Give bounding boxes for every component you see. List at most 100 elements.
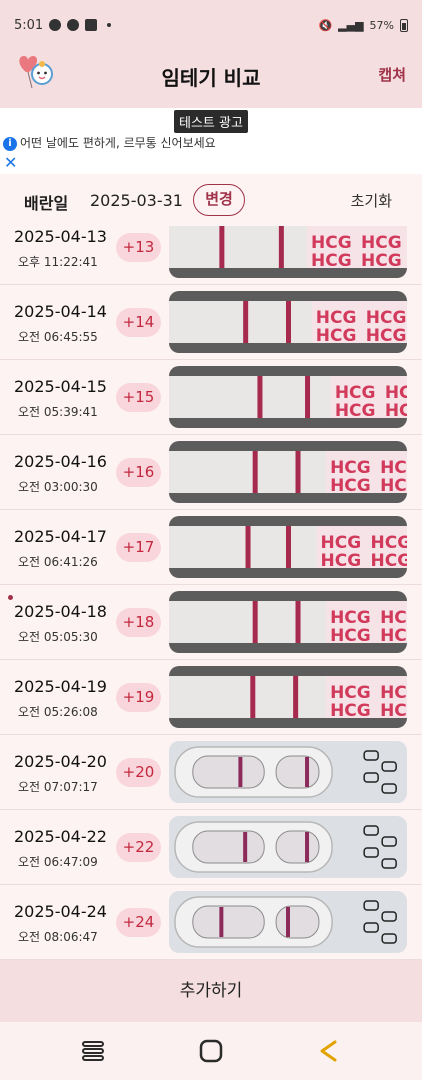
test-date: 2025-04-14 xyxy=(14,302,107,321)
svg-text:HCG: HCG xyxy=(335,401,376,421)
ad-info-icon[interactable]: i xyxy=(3,137,17,151)
app-header: 임테기 비교 캡쳐 xyxy=(0,50,422,108)
test-strip-image: HCGHCGHCGHCG xyxy=(169,366,407,428)
test-date: 2025-04-20 xyxy=(14,752,107,771)
test-time: 오전 05:26:08 xyxy=(18,705,98,719)
page-title: 임테기 비교 xyxy=(161,66,261,90)
svg-text:HCG: HCG xyxy=(330,626,371,646)
dpo-badge: +22 xyxy=(116,833,161,862)
status-left: 5:01 xyxy=(14,17,112,33)
test-photo[interactable]: HCGHCGHCGHCG xyxy=(169,666,407,728)
reset-button[interactable]: 초기화 xyxy=(351,190,392,211)
dpo-badge: +18 xyxy=(116,608,161,637)
test-row[interactable]: 2025-04-19 오전 05:26:08 +19 HCGHCGHCGHCG xyxy=(0,660,422,735)
svg-text:HCG: HCG xyxy=(361,233,402,253)
dpo-badge: +19 xyxy=(116,683,161,712)
test-strip-image: HCGHCGHCGHCG xyxy=(169,666,407,728)
mute-icon: 🔇 xyxy=(318,18,333,32)
svg-text:HCG: HCG xyxy=(311,251,352,271)
circle-app-icon xyxy=(67,19,80,31)
dpo-badge: +16 xyxy=(116,458,161,487)
test-strip-image xyxy=(169,891,407,953)
svg-text:HCG: HCG xyxy=(385,383,407,403)
svg-text:HCG: HCG xyxy=(316,308,357,328)
svg-text:HCG: HCG xyxy=(380,626,407,646)
test-time: 오전 07:07:17 xyxy=(18,780,98,794)
test-photo[interactable] xyxy=(169,741,407,803)
test-photo[interactable] xyxy=(169,816,407,878)
test-strip-image: HCGHCGHCGHCG xyxy=(169,516,407,578)
test-list[interactable]: 2025-04-13 오후 11:22:41 +13 HCG HCG HCG HCG 2025… xyxy=(0,226,422,960)
add-test-button[interactable]: 추가하기 xyxy=(0,960,422,1022)
test-date: 2025-04-15 xyxy=(14,377,107,396)
test-row[interactable]: 2025-04-17 오전 06:41:26 +17 HCG HCG HCG HCG xyxy=(0,510,422,585)
svg-text:HCG: HCG xyxy=(371,533,407,553)
message-icon xyxy=(49,19,62,31)
svg-text:HCG: HCG xyxy=(380,683,407,703)
home-icon[interactable] xyxy=(198,1038,224,1064)
test-strip-image: HCGHCGHCGHCG xyxy=(169,226,407,278)
test-strip-image: HCGHCGHCGHCG xyxy=(169,291,407,353)
ad-text[interactable]: 어떤 날에도 편하게, 르무통 신어보세요 xyxy=(20,134,216,151)
test-row[interactable]: 2025-04-18 오전 05:05:30 +18 HCGHCGHCGHCG xyxy=(0,585,422,660)
change-date-button[interactable]: 변경 xyxy=(193,184,245,216)
svg-text:HCG: HCG xyxy=(330,458,371,478)
system-nav-bar xyxy=(0,1022,422,1080)
test-date: 2025-04-19 xyxy=(14,677,107,696)
dpo-badge: +13 xyxy=(116,233,161,262)
ad-close-icon[interactable]: ✕ xyxy=(4,153,17,172)
svg-text:HCG: HCG xyxy=(330,701,371,721)
test-photo[interactable]: HCGHCGHCGHCG xyxy=(169,291,407,353)
status-bar: 5:01 🔇 ▂▄▆ 57% xyxy=(0,0,422,50)
test-photo[interactable]: HCGHCGHCGHCG xyxy=(169,441,407,503)
test-row[interactable]: 2025-04-16오전 03:00:30+16HCGHCGHCGHCG xyxy=(0,435,422,510)
signal-icon: ▂▄▆ xyxy=(338,18,364,32)
capture-button[interactable]: 캡쳐 xyxy=(378,64,406,85)
test-date: 2025-04-13 xyxy=(14,227,107,246)
svg-text:HCG: HCG xyxy=(380,458,407,478)
test-time: 오전 05:39:41 xyxy=(18,405,98,419)
test-time: 오전 05:05:30 xyxy=(18,630,98,644)
test-photo[interactable]: HCGHCGHCGHCG xyxy=(169,366,407,428)
test-photo[interactable] xyxy=(169,891,407,953)
status-time: 5:01 xyxy=(14,17,44,33)
test-row[interactable]: 2025-04-15 오전 05:39:41 +15 HCGHCGHCGHCG xyxy=(0,360,422,435)
svg-text:HCG: HCG xyxy=(366,308,407,328)
svg-text:HCG: HCG xyxy=(330,608,371,628)
test-strip-image: HCGHCGHCGHCG xyxy=(169,441,407,503)
calendar-app-icon xyxy=(85,19,98,31)
dpo-badge: +20 xyxy=(116,758,161,787)
ovulation-date: 2025-03-31 xyxy=(90,191,183,210)
svg-text:HCG: HCG xyxy=(330,476,371,496)
dpo-badge: +14 xyxy=(116,308,161,337)
test-photo[interactable]: HCGHCGHCGHCG xyxy=(169,516,407,578)
ad-test-tag: 테스트 광고 xyxy=(174,110,248,133)
svg-text:HCG: HCG xyxy=(330,683,371,703)
recent-apps-icon[interactable] xyxy=(80,1038,106,1064)
test-row[interactable]: 2025-04-20 오전 07:07:17 +20 xyxy=(0,735,422,810)
test-row[interactable]: 2025-04-13 오후 11:22:41 +13 HCG HCG HCG HCG xyxy=(0,226,422,285)
test-time: 오전 06:47:09 xyxy=(18,855,98,869)
svg-text:HCG: HCG xyxy=(371,551,407,571)
dpo-badge: +17 xyxy=(116,533,161,562)
back-icon[interactable] xyxy=(316,1038,342,1064)
svg-text:HCG: HCG xyxy=(321,551,362,571)
test-time: 오전 03:00:30 xyxy=(18,480,98,494)
test-date: 2025-04-18 xyxy=(14,602,107,621)
test-date: 2025-04-22 xyxy=(14,827,107,846)
test-row[interactable]: 2025-04-14 오전 06:45:55 +14 HCG HCG HCG HCG xyxy=(0,285,422,360)
status-right: 🔇 ▂▄▆ 57% xyxy=(318,18,408,32)
ovulation-row: 배란일 2025-03-31 변경 초기화 xyxy=(0,174,422,226)
test-photo[interactable]: HCGHCGHCGHCG xyxy=(169,591,407,653)
ad-banner[interactable]: 테스트 광고 i 어떤 날에도 편하게, 르무통 신어보세요 ✕ xyxy=(0,108,422,174)
test-date: 2025-04-24 xyxy=(14,902,107,921)
test-row[interactable]: 2025-04-24 오전 08:06:47 +24 xyxy=(0,885,422,960)
test-photo[interactable]: HCGHCGHCGHCG xyxy=(169,226,407,278)
test-time: 오후 11:22:41 xyxy=(18,255,98,269)
battery-percent: 57% xyxy=(369,18,394,32)
test-row[interactable]: 2025-04-22 오전 06:47:09 +22 xyxy=(0,810,422,885)
test-time: 오전 06:41:26 xyxy=(18,555,98,569)
dpo-badge: +15 xyxy=(116,383,161,412)
test-strip-image xyxy=(169,816,407,878)
svg-text:HCG: HCG xyxy=(335,383,376,403)
